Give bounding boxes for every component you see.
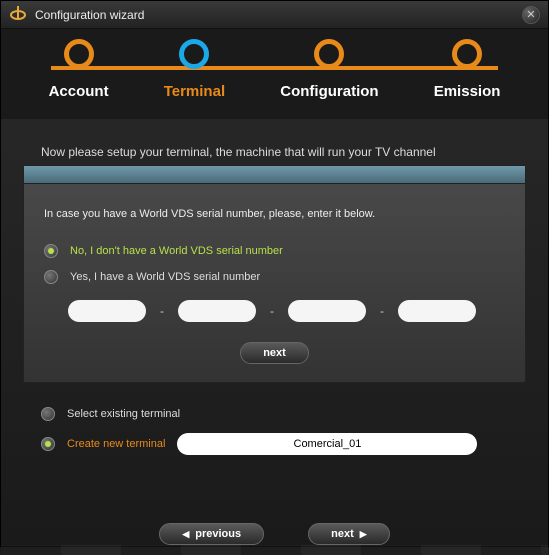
serial-panel: In case you have a World VDS serial numb… xyxy=(23,165,526,383)
serial-input-1[interactable] xyxy=(68,300,146,322)
radio-label: Select existing terminal xyxy=(67,408,180,420)
radio-no-serial[interactable]: No, I don't have a World VDS serial numb… xyxy=(44,244,505,258)
previous-button[interactable]: ◀ previous xyxy=(159,523,264,545)
dash: - xyxy=(160,304,164,318)
radio-select-existing[interactable]: Select existing terminal xyxy=(41,407,508,421)
radio-label: Yes, I have a World VDS serial number xyxy=(70,271,260,283)
close-icon[interactable]: ✕ xyxy=(522,6,540,24)
step-configuration: Configuration xyxy=(280,39,378,100)
radio-icon xyxy=(41,437,55,451)
app-icon xyxy=(9,6,27,24)
step-circle-icon xyxy=(314,39,344,69)
button-label: next xyxy=(331,528,354,540)
serial-input-row: - - - xyxy=(68,300,505,322)
radio-icon xyxy=(44,270,58,284)
panel-message: In case you have a World VDS serial numb… xyxy=(44,208,505,220)
radio-yes-serial[interactable]: Yes, I have a World VDS serial number xyxy=(44,270,505,284)
radio-create-new[interactable]: Create new terminal xyxy=(41,433,508,455)
button-label: previous xyxy=(195,528,241,540)
step-circle-icon xyxy=(179,39,209,69)
step-circle-icon xyxy=(64,39,94,69)
step-account: Account xyxy=(49,39,109,100)
radio-icon xyxy=(41,407,55,421)
footer-buttons: ◀ previous next ▶ xyxy=(11,523,538,545)
step-terminal: Terminal xyxy=(164,39,225,100)
radio-label: Create new terminal xyxy=(67,438,165,450)
step-label: Configuration xyxy=(280,83,378,100)
step-label: Emission xyxy=(434,83,501,100)
terminal-name-input[interactable] xyxy=(177,433,477,455)
arrow-left-icon: ◀ xyxy=(182,529,189,540)
titlebar: Configuration wizard ✕ xyxy=(1,1,548,29)
step-label: Account xyxy=(49,83,109,100)
serial-input-4[interactable] xyxy=(398,300,476,322)
window-title: Configuration wizard xyxy=(35,8,144,22)
wizard-stepper: Account Terminal Configuration Emission xyxy=(1,29,548,119)
radio-icon xyxy=(44,244,58,258)
step-circle-icon xyxy=(452,39,482,69)
panel-header xyxy=(24,166,525,184)
panel-next-button[interactable]: next xyxy=(240,342,309,364)
dash: - xyxy=(380,304,384,318)
intro-text: Now please setup your terminal, the mach… xyxy=(11,129,538,165)
serial-input-2[interactable] xyxy=(178,300,256,322)
dash: - xyxy=(270,304,274,318)
serial-input-3[interactable] xyxy=(288,300,366,322)
button-label: next xyxy=(263,347,286,359)
arrow-right-icon: ▶ xyxy=(360,529,367,540)
next-button[interactable]: next ▶ xyxy=(308,523,390,545)
step-label: Terminal xyxy=(164,83,225,100)
radio-label: No, I don't have a World VDS serial numb… xyxy=(70,245,283,257)
step-emission: Emission xyxy=(434,39,501,100)
